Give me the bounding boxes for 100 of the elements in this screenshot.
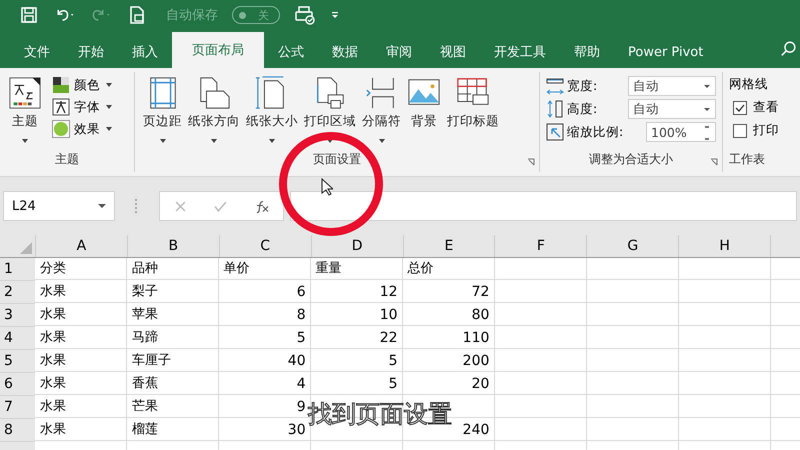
page-setup-button[interactable]: 纸张大小 xyxy=(244,76,300,151)
page-setup-button[interactable]: 分隔符 xyxy=(360,76,403,151)
table-cell-text: 9 xyxy=(296,398,307,417)
table-cell-text: 梨子 xyxy=(130,283,159,301)
table-cell-text: 22 xyxy=(378,329,399,348)
group-label: 页面设置 xyxy=(313,151,361,168)
table-cell-text: 芒果 xyxy=(130,398,159,416)
table-cell-text: 水果 xyxy=(38,421,67,439)
table-cell-text: 4 xyxy=(296,375,307,394)
formula-field[interactable] xyxy=(290,191,797,221)
table-cell-text: 20 xyxy=(470,375,490,394)
width-arrows-icon xyxy=(546,77,564,95)
name-box[interactable]: L24 xyxy=(3,191,115,221)
fit-dropdown[interactable]: 自动 xyxy=(628,76,716,96)
ribbon-tab[interactable]: 开发工具 xyxy=(480,36,560,68)
table-cell-text: 水果 xyxy=(38,398,67,416)
row-header[interactable]: 7 xyxy=(0,396,35,419)
caret-icon xyxy=(378,139,384,143)
scale-label: 缩放比例: xyxy=(567,124,624,140)
table-cell-text: 5 xyxy=(388,352,399,371)
scale-label: 宽度: xyxy=(567,78,598,94)
table-cell-text: 80 xyxy=(470,306,490,325)
table-cell-text: 总价 xyxy=(406,260,435,278)
gridlines-heading: 网格线 xyxy=(729,76,769,93)
autosave-label: 自动保存 xyxy=(166,7,218,24)
table-cell-text: 水果 xyxy=(38,352,67,370)
column-header[interactable]: B xyxy=(126,235,219,257)
row-header[interactable]: 5 xyxy=(0,350,35,373)
row-header[interactable]: 1 xyxy=(0,258,35,281)
table-cell-text: 8 xyxy=(296,306,307,325)
row-header[interactable]: 4 xyxy=(0,327,35,350)
ribbon-tab[interactable]: 页面布局 xyxy=(172,32,264,68)
table-cell-text: 品种 xyxy=(130,260,159,278)
table-cell-text: 单价 xyxy=(222,260,251,278)
customize-menu-icon[interactable] xyxy=(330,10,340,20)
ribbon-tab[interactable]: 文件 xyxy=(10,36,64,68)
scale-spinner[interactable]: 100% xyxy=(646,122,716,142)
page-setup-button[interactable]: 页边距 xyxy=(141,76,184,151)
checkbox-label[interactable]: 打印 xyxy=(753,122,779,139)
ribbon-tab[interactable]: 开始 xyxy=(64,36,118,68)
ribbon-tab[interactable]: 公式 xyxy=(264,36,318,68)
dialog-launcher-icon[interactable] xyxy=(710,158,718,166)
theme-option-button[interactable]: 字体 xyxy=(52,98,112,116)
page-setup-button[interactable]: 纸张方向 xyxy=(186,76,242,151)
table-cell-text: 榴莲 xyxy=(130,421,159,439)
effects-circle-icon xyxy=(52,120,70,138)
caret-icon xyxy=(327,139,333,143)
column-header[interactable]: D xyxy=(310,235,403,257)
table-cell-text: 车厘子 xyxy=(130,352,172,370)
table-cell-text: 重量 xyxy=(314,260,343,278)
column-header[interactable]: A xyxy=(34,235,127,257)
column-header[interactable]: G xyxy=(586,235,678,257)
ribbon-tab[interactable]: 插入 xyxy=(118,36,172,68)
table-cell-text: 200 xyxy=(462,352,490,371)
fit-dropdown[interactable]: 自动 xyxy=(628,99,716,119)
search-icon[interactable] xyxy=(780,40,798,58)
checkbox[interactable] xyxy=(733,100,747,114)
table-cell-text: 苹果 xyxy=(130,306,159,324)
checkbox-label[interactable]: 查看 xyxy=(753,99,779,116)
caret-icon xyxy=(269,139,275,143)
printer-check-icon[interactable] xyxy=(294,5,316,25)
row-header[interactable]: 6 xyxy=(0,373,35,396)
page-setup-button[interactable]: 打印区域 xyxy=(302,76,358,151)
dialog-launcher-icon[interactable] xyxy=(527,158,535,166)
column-header[interactable]: H xyxy=(678,235,770,257)
row-header[interactable]: 3 xyxy=(0,304,35,327)
table-cell-text: 6 xyxy=(296,283,307,302)
ribbon-tab[interactable]: 数据 xyxy=(318,36,372,68)
table-cell-text: 5 xyxy=(296,329,307,348)
theme-icon xyxy=(8,76,42,110)
table-cell-text: 香蕉 xyxy=(130,375,159,393)
table-cell-text: 5 xyxy=(388,375,399,394)
table-cell-text: 40 xyxy=(286,352,307,371)
ribbon-tab[interactable]: 视图 xyxy=(426,36,480,68)
row-header[interactable]: 8 xyxy=(0,419,35,442)
caret-icon xyxy=(106,83,112,87)
ribbon-tab[interactable]: 帮助 xyxy=(560,36,614,68)
row-header[interactable]: 2 xyxy=(0,281,35,304)
table-cell-text: 水果 xyxy=(38,375,67,393)
column-header[interactable]: E xyxy=(402,235,494,257)
group-label: 主题 xyxy=(55,151,79,168)
table-cell-text: 马蹄 xyxy=(130,329,159,347)
themes-button[interactable]: 主题 xyxy=(6,76,44,151)
caret-icon xyxy=(160,139,166,143)
theme-option-button[interactable]: 颜色 xyxy=(52,76,112,94)
ribbon-tab[interactable]: Power Pivot xyxy=(614,36,718,68)
table-cell-text: 30 xyxy=(286,421,307,440)
checkbox[interactable] xyxy=(733,124,747,138)
font-icon xyxy=(52,98,70,116)
theme-option-button[interactable]: 效果 xyxy=(52,120,112,138)
table-cell-text: 水果 xyxy=(38,283,67,301)
column-header[interactable]: F xyxy=(494,235,586,257)
page-setup-button[interactable]: 打印标题 xyxy=(445,76,501,151)
caret-icon xyxy=(106,105,112,109)
save-icon[interactable] xyxy=(18,5,40,25)
table-cell-text: 水果 xyxy=(38,329,67,347)
page-setup-button[interactable]: 背景 xyxy=(405,76,443,151)
color-swatch-icon xyxy=(52,76,70,94)
ribbon-tab[interactable]: 审阅 xyxy=(372,36,426,68)
column-header[interactable]: C xyxy=(218,235,311,257)
